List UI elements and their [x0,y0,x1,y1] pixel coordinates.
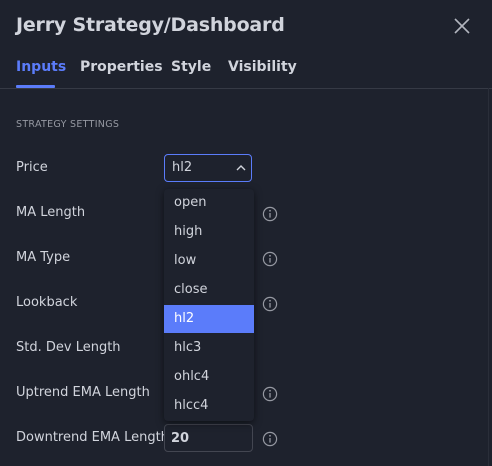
lookback-label: Lookback [16,295,78,310]
tab-inputs[interactable]: Inputs [16,59,66,75]
dialog-title: Jerry Strategy/Dashboard [16,14,285,36]
info-icon[interactable] [262,206,278,222]
dropdown-option-ohlc4[interactable]: ohlc4 [164,363,254,391]
info-icon[interactable] [262,296,278,312]
ma-length-label: MA Length [16,205,86,220]
downtrend-ema-length-label: Downtrend EMA Length [16,430,169,445]
dropdown-option-high[interactable]: high [164,218,254,246]
downtrend-ema-length-input[interactable] [164,424,253,452]
ma-type-label: MA Type [16,250,71,265]
section-title: STRATEGY SETTINGS [16,119,120,130]
price-dropdown-list: open high low close hl2 hlc3 ohlc4 hlcc4 [164,189,254,421]
active-tab-indicator [16,85,55,88]
tab-visibility[interactable]: Visibility [228,59,297,75]
dropdown-option-hlc3[interactable]: hlc3 [164,334,254,362]
close-icon[interactable] [452,16,472,36]
chevron-up-icon [236,165,246,171]
tab-properties[interactable]: Properties [80,59,163,75]
scrollbar-track[interactable] [488,88,489,466]
price-label: Price [16,160,48,175]
dropdown-option-hlcc4[interactable]: hlcc4 [164,392,254,420]
dropdown-option-open[interactable]: open [164,189,254,217]
tab-style[interactable]: Style [171,59,211,75]
dropdown-option-hl2[interactable]: hl2 [164,305,254,333]
price-select[interactable]: hl2 [164,154,252,182]
tab-bar: Inputs Properties Style Visibility [0,56,492,89]
dropdown-option-close[interactable]: close [164,276,254,304]
std-dev-length-label: Std. Dev Length [16,340,121,355]
dropdown-option-low[interactable]: low [164,247,254,275]
indicator-settings-dialog: Jerry Strategy/Dashboard Inputs Properti… [0,0,492,466]
info-icon[interactable] [262,251,278,267]
info-icon[interactable] [262,431,278,447]
info-icon[interactable] [262,386,278,402]
uptrend-ema-length-label: Uptrend EMA Length [16,385,150,400]
price-select-value: hl2 [172,160,193,175]
